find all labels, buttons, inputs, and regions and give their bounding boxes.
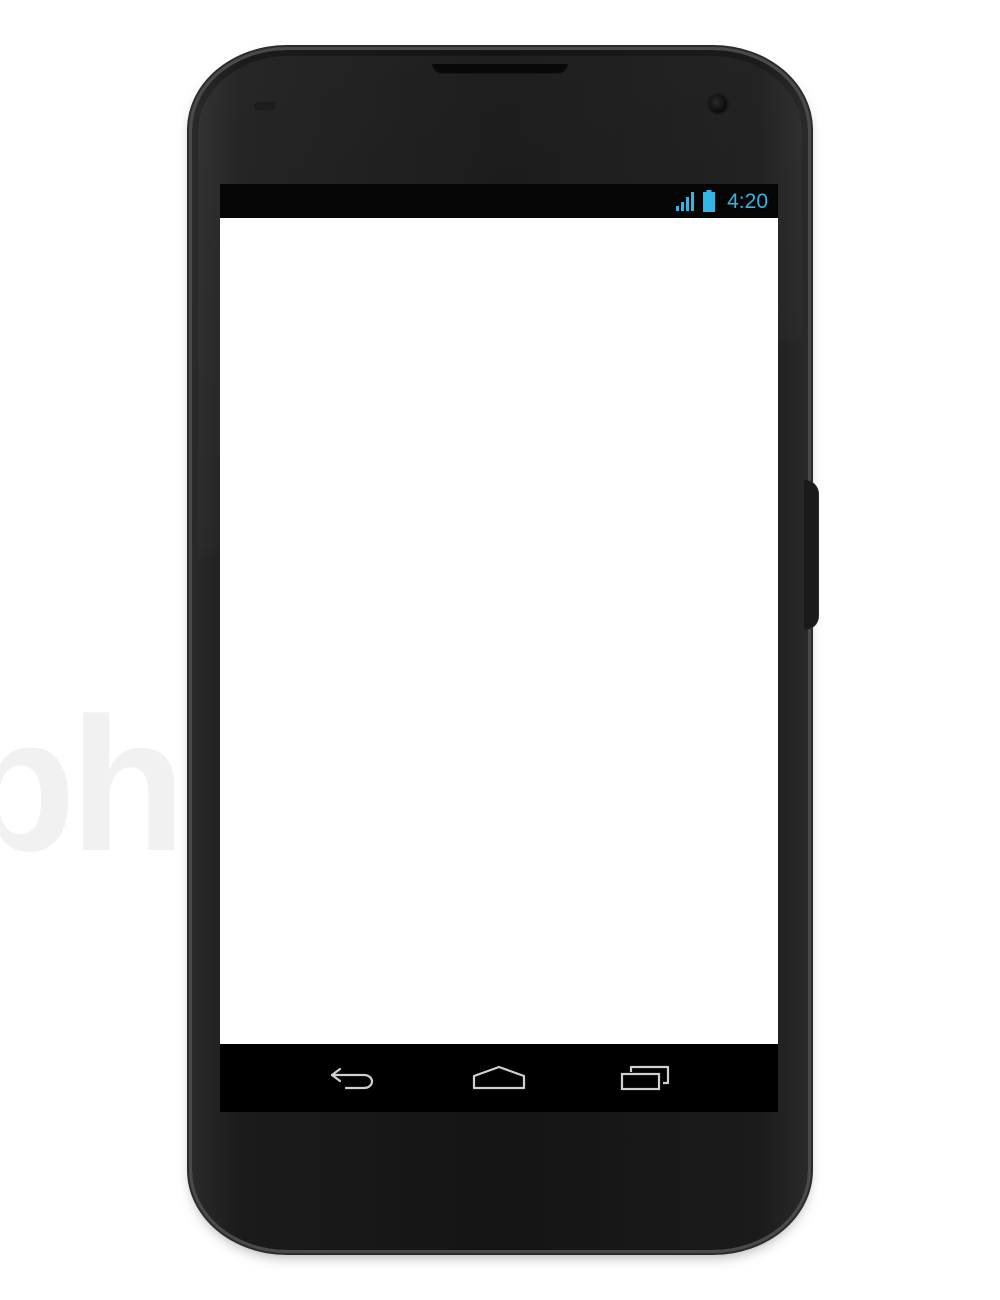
earpiece-speaker: [432, 64, 568, 74]
app-content-area[interactable]: [220, 218, 778, 1044]
home-button[interactable]: [469, 1058, 529, 1098]
back-icon: [330, 1067, 374, 1090]
status-clock: 4:20: [727, 189, 768, 213]
phone-screen: 4:20: [220, 184, 778, 1112]
recent-apps-icon: [620, 1065, 670, 1091]
power-button: [804, 480, 818, 630]
navigation-bar: [220, 1044, 778, 1112]
phone-device: 4:20: [192, 50, 818, 1250]
battery-icon: [703, 190, 716, 212]
back-button[interactable]: [323, 1058, 383, 1098]
front-camera: [709, 95, 727, 113]
home-icon: [472, 1065, 526, 1090]
page: pho 4:20: [0, 0, 1000, 1300]
signal-icon: [676, 192, 695, 211]
recent-apps-button[interactable]: [615, 1058, 675, 1098]
status-bar: 4:20: [220, 184, 778, 218]
proximity-sensor: [254, 102, 276, 110]
